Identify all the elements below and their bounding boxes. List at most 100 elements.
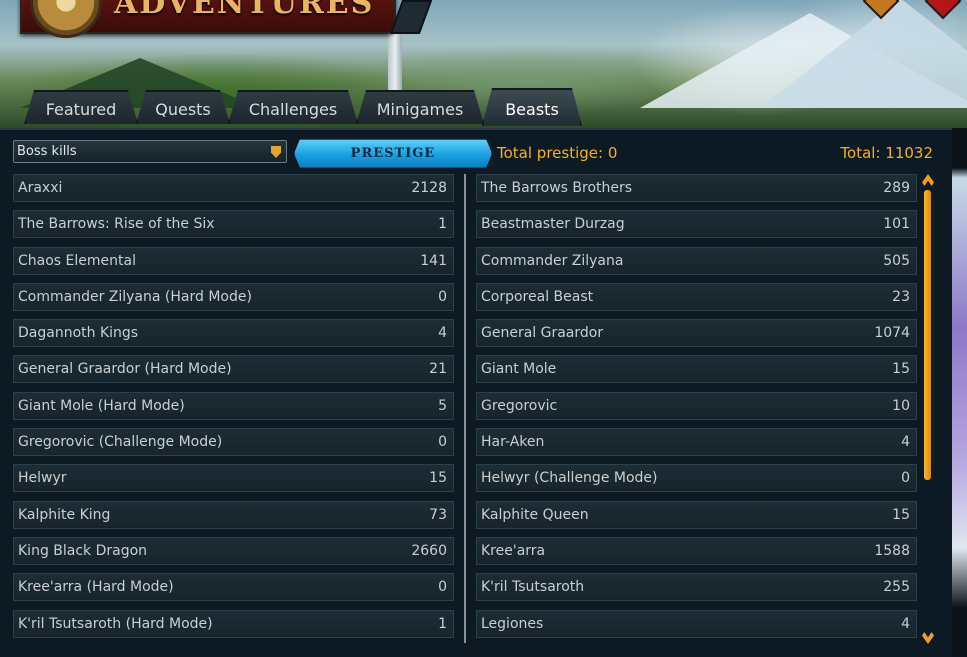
tab-label: Quests — [155, 99, 211, 119]
list-item[interactable]: Kree'arra 1588 — [476, 536, 917, 565]
kill-count: 4 — [901, 615, 910, 632]
kill-count: 15 — [892, 506, 910, 523]
page-title: ADVENTURES — [114, 0, 375, 21]
list-item[interactable]: Commander Zilyana 505 — [476, 246, 917, 275]
list-item[interactable]: The Barrows: Rise of the Six 1 — [13, 210, 454, 239]
background-strip — [952, 128, 967, 655]
boss-name: King Black Dragon — [18, 542, 148, 559]
boss-name: Araxxi — [18, 180, 63, 196]
boss-name: K'ril Tsutsaroth — [481, 579, 585, 596]
kill-count: 141 — [420, 252, 447, 269]
kill-count: 73 — [429, 506, 447, 523]
boss-name: Commander Zilyana (Hard Mode) — [18, 288, 252, 305]
total-kills-label: Total: 11032 — [840, 144, 933, 162]
kill-count: 21 — [429, 361, 447, 378]
list-item[interactable]: Legiones 4 — [476, 609, 917, 638]
list-item[interactable]: King Black Dragon 2660 — [13, 536, 454, 565]
tab-label: Minigames — [376, 99, 464, 119]
list-item[interactable]: Har-Aken 4 — [476, 428, 917, 457]
boss-name: Helwyr (Challenge Mode) — [481, 470, 658, 487]
boss-name: Gregorovic (Challenge Mode) — [18, 434, 223, 451]
boss-name: Dagannoth Kings — [18, 325, 139, 342]
list-item[interactable]: Kalphite King 73 — [13, 500, 454, 529]
boss-name: Commander Zilyana — [481, 252, 624, 269]
list-item[interactable]: Corporeal Beast 23 — [476, 282, 917, 311]
boss-name: Chaos Elemental — [18, 252, 136, 269]
boss-name: General Graardor — [481, 325, 604, 342]
list-item[interactable]: Gregorovic (Challenge Mode) 0 — [13, 428, 454, 457]
boss-name: The Barrows: Rise of the Six — [18, 216, 215, 233]
column-divider — [464, 174, 466, 643]
list-item[interactable]: Gregorovic 10 — [476, 391, 917, 420]
list-item[interactable]: Helwyr (Challenge Mode) 0 — [476, 464, 917, 493]
list-item[interactable]: Kalphite Queen 15 — [476, 500, 917, 529]
kill-count: 5 — [438, 397, 447, 414]
kill-count: 1074 — [874, 325, 910, 342]
kill-count: 255 — [883, 579, 910, 596]
boss-name: Giant Mole — [481, 361, 557, 378]
boss-name: Har-Aken — [481, 434, 545, 451]
scrollbar[interactable] — [921, 174, 935, 644]
category-select-value: Boss kills — [17, 144, 77, 159]
boss-name: K'ril Tsutsaroth (Hard Mode) — [18, 615, 213, 632]
kill-count: 4 — [901, 434, 910, 451]
boss-name: Beastmaster Durzag — [481, 216, 625, 233]
boss-name: Legiones — [481, 615, 544, 632]
boss-name: Corporeal Beast — [481, 288, 594, 305]
list-item[interactable]: Kree'arra (Hard Mode) 0 — [13, 573, 454, 602]
kill-count: 0 — [438, 434, 447, 451]
kill-count: 1588 — [874, 542, 910, 559]
total-prestige-label: Total prestige: 0 — [497, 144, 618, 162]
kill-count: 289 — [883, 180, 910, 196]
list-item[interactable]: The Barrows Brothers 289 — [476, 174, 917, 202]
chevron-up-icon[interactable] — [922, 174, 934, 186]
boss-name: Giant Mole (Hard Mode) — [18, 397, 185, 414]
tab-label: Beasts — [505, 99, 559, 119]
list-item[interactable]: Dagannoth Kings 4 — [13, 319, 454, 348]
tab-bar: Featured Quests Challenges Minigames Bea… — [0, 90, 967, 128]
boss-name: The Barrows Brothers — [481, 180, 633, 196]
kill-count: 0 — [901, 470, 910, 487]
list-item[interactable]: Araxxi 2128 — [13, 174, 454, 202]
list-item[interactable]: Helwyr 15 — [13, 464, 454, 493]
kill-count: 0 — [438, 579, 447, 596]
chevron-down-icon[interactable] — [922, 632, 934, 644]
kill-count: 23 — [892, 288, 910, 305]
kill-count: 505 — [883, 252, 910, 269]
tab-quests[interactable]: Quests — [136, 90, 230, 124]
beasts-panel: Boss kills PRESTIGE Total prestige: 0 To… — [0, 128, 952, 657]
list-item[interactable]: General Graardor 1074 — [476, 319, 917, 348]
list-item[interactable]: Beastmaster Durzag 101 — [476, 210, 917, 239]
kill-count: 1 — [438, 615, 447, 632]
tab-minigames[interactable]: Minigames — [356, 90, 484, 124]
tab-challenges[interactable]: Challenges — [228, 90, 358, 124]
kill-count: 2128 — [411, 180, 447, 196]
tab-beasts[interactable]: Beasts — [482, 88, 582, 126]
boss-name: Kalphite King — [18, 506, 111, 523]
kill-count: 10 — [892, 397, 910, 414]
title-plate-corner — [389, 0, 433, 34]
boss-name: Kalphite Queen — [481, 506, 589, 523]
boss-name: Kree'arra — [481, 542, 546, 559]
chevron-down-icon — [271, 146, 281, 158]
category-select[interactable]: Boss kills — [13, 140, 287, 163]
kill-count: 15 — [429, 470, 447, 487]
tab-featured[interactable]: Featured — [24, 90, 138, 124]
boss-name: Helwyr — [18, 470, 67, 487]
list-item[interactable]: General Graardor (Hard Mode) 21 — [13, 355, 454, 384]
list-item[interactable]: Giant Mole (Hard Mode) 5 — [13, 391, 454, 420]
list-item[interactable]: K'ril Tsutsaroth (Hard Mode) 1 — [13, 609, 454, 638]
kill-count: 15 — [892, 361, 910, 378]
boss-name: Kree'arra (Hard Mode) — [18, 579, 174, 596]
list-item[interactable]: K'ril Tsutsaroth 255 — [476, 573, 917, 602]
kill-count: 2660 — [411, 542, 447, 559]
kill-count: 0 — [438, 288, 447, 305]
prestige-button[interactable]: PRESTIGE — [294, 139, 492, 168]
list-item[interactable]: Chaos Elemental 141 — [13, 246, 454, 275]
tab-label: Featured — [45, 99, 117, 119]
scroll-thumb[interactable] — [924, 190, 931, 480]
list-item[interactable]: Commander Zilyana (Hard Mode) 0 — [13, 282, 454, 311]
boss-name: General Graardor (Hard Mode) — [18, 361, 232, 378]
list-item[interactable]: Giant Mole 15 — [476, 355, 917, 384]
kill-count: 101 — [883, 216, 910, 233]
